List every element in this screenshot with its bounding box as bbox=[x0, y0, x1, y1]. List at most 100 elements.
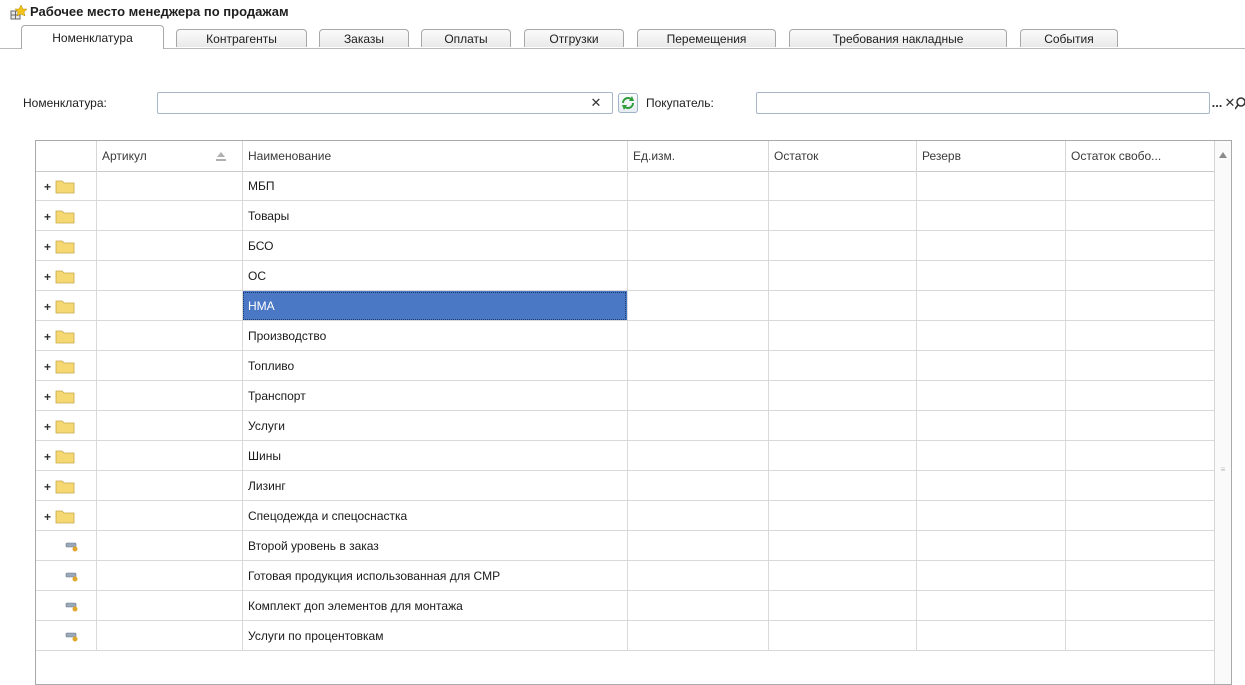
item-icon-cell[interactable] bbox=[36, 621, 96, 651]
data-cell[interactable] bbox=[96, 171, 242, 201]
table-row[interactable]: + Услуги bbox=[36, 411, 1216, 441]
data-cell[interactable] bbox=[1065, 591, 1216, 621]
data-cell[interactable] bbox=[768, 201, 916, 231]
tab-payments[interactable]: Оплаты bbox=[421, 29, 511, 47]
data-cell[interactable] bbox=[96, 471, 242, 501]
data-cell[interactable] bbox=[627, 441, 768, 471]
name-cell[interactable]: ОС bbox=[242, 261, 627, 291]
x-icon[interactable]: ✕ bbox=[587, 95, 605, 111]
group-icon-cell[interactable]: + bbox=[36, 201, 96, 231]
data-cell[interactable] bbox=[916, 321, 1065, 351]
data-cell[interactable] bbox=[627, 351, 768, 381]
data-cell[interactable] bbox=[1065, 351, 1216, 381]
data-cell[interactable] bbox=[768, 291, 916, 321]
name-cell[interactable]: Производство bbox=[242, 321, 627, 351]
group-icon-cell[interactable]: + bbox=[36, 411, 96, 441]
data-cell[interactable] bbox=[627, 321, 768, 351]
column-header-unit[interactable]: Ед.изм. bbox=[627, 141, 768, 171]
table-row[interactable]: + Товары bbox=[36, 201, 1216, 231]
data-cell[interactable] bbox=[916, 351, 1065, 381]
table-row[interactable]: + ОС bbox=[36, 261, 1216, 291]
table-row[interactable]: Услуги по процентовкам bbox=[36, 621, 1216, 651]
data-cell[interactable] bbox=[768, 351, 916, 381]
data-cell[interactable] bbox=[1065, 201, 1216, 231]
group-icon-cell[interactable]: + bbox=[36, 441, 96, 471]
scroll-thumb[interactable]: ≡ bbox=[1217, 465, 1229, 475]
group-icon-cell[interactable]: + bbox=[36, 381, 96, 411]
name-cell[interactable]: Услуги bbox=[242, 411, 627, 441]
data-cell[interactable] bbox=[916, 561, 1065, 591]
data-cell[interactable] bbox=[768, 591, 916, 621]
data-cell[interactable] bbox=[627, 381, 768, 411]
tab-orders[interactable]: Заказы bbox=[319, 29, 409, 47]
group-icon-cell[interactable]: + bbox=[36, 501, 96, 531]
tab-transfers[interactable]: Перемещения bbox=[637, 29, 776, 47]
data-cell[interactable] bbox=[96, 201, 242, 231]
name-cell[interactable]: Комплект доп элементов для монтажа bbox=[242, 591, 627, 621]
buyer-filter-input[interactable] bbox=[756, 92, 1210, 114]
data-cell[interactable] bbox=[1065, 381, 1216, 411]
data-cell[interactable] bbox=[96, 381, 242, 411]
data-cell[interactable] bbox=[768, 231, 916, 261]
data-cell[interactable] bbox=[768, 531, 916, 561]
table-row[interactable]: + Транспорт bbox=[36, 381, 1216, 411]
data-cell[interactable] bbox=[916, 291, 1065, 321]
data-cell[interactable] bbox=[768, 171, 916, 201]
name-cell[interactable]: НМА bbox=[242, 291, 627, 321]
data-cell[interactable] bbox=[627, 261, 768, 291]
data-cell[interactable] bbox=[1065, 471, 1216, 501]
name-cell[interactable]: Транспорт bbox=[242, 381, 627, 411]
table-row[interactable]: + Шины bbox=[36, 441, 1216, 471]
name-cell[interactable]: Шины bbox=[242, 441, 627, 471]
data-cell[interactable] bbox=[768, 441, 916, 471]
data-cell[interactable] bbox=[1065, 321, 1216, 351]
data-cell[interactable] bbox=[768, 321, 916, 351]
data-cell[interactable] bbox=[1065, 231, 1216, 261]
table-row[interactable]: + БСО bbox=[36, 231, 1216, 261]
column-header-reserve[interactable]: Резерв bbox=[916, 141, 1065, 171]
data-cell[interactable] bbox=[916, 471, 1065, 501]
search-icon[interactable] bbox=[1235, 96, 1245, 110]
data-cell[interactable] bbox=[768, 501, 916, 531]
data-cell[interactable] bbox=[627, 231, 768, 261]
table-row[interactable]: + МБП bbox=[36, 171, 1216, 201]
group-icon-cell[interactable]: + bbox=[36, 261, 96, 291]
nomenclature-filter-input[interactable] bbox=[157, 92, 613, 114]
data-cell[interactable] bbox=[1065, 621, 1216, 651]
group-icon-cell[interactable]: + bbox=[36, 291, 96, 321]
group-icon-cell[interactable]: + bbox=[36, 231, 96, 261]
data-cell[interactable] bbox=[916, 261, 1065, 291]
data-cell[interactable] bbox=[627, 471, 768, 501]
data-cell[interactable] bbox=[768, 471, 916, 501]
data-cell[interactable] bbox=[96, 261, 242, 291]
data-cell[interactable] bbox=[96, 351, 242, 381]
data-cell[interactable] bbox=[96, 441, 242, 471]
data-cell[interactable] bbox=[916, 531, 1065, 561]
data-cell[interactable] bbox=[627, 411, 768, 441]
data-cell[interactable] bbox=[1065, 411, 1216, 441]
group-icon-cell[interactable]: + bbox=[36, 171, 96, 201]
data-cell[interactable] bbox=[627, 531, 768, 561]
data-cell[interactable] bbox=[916, 381, 1065, 411]
group-icon-cell[interactable]: + bbox=[36, 471, 96, 501]
table-row[interactable]: + Топливо bbox=[36, 351, 1216, 381]
table-row[interactable]: Второй уровень в заказ bbox=[36, 531, 1216, 561]
data-cell[interactable] bbox=[768, 261, 916, 291]
name-cell[interactable]: Готовая продукция использованная для СМР bbox=[242, 561, 627, 591]
column-header-article[interactable]: Артикул bbox=[96, 141, 242, 171]
data-cell[interactable] bbox=[1065, 291, 1216, 321]
data-cell[interactable] bbox=[768, 561, 916, 591]
name-cell[interactable]: Товары bbox=[242, 201, 627, 231]
name-cell[interactable]: МБП bbox=[242, 171, 627, 201]
column-header-free-balance[interactable]: Остаток свобо... bbox=[1065, 141, 1216, 171]
select-button[interactable]: ... bbox=[1210, 95, 1224, 111]
name-cell[interactable]: Услуги по процентовкам bbox=[242, 621, 627, 651]
name-cell[interactable]: Спецодежда и спецоснастка bbox=[242, 501, 627, 531]
data-cell[interactable] bbox=[916, 501, 1065, 531]
data-cell[interactable] bbox=[627, 621, 768, 651]
data-cell[interactable] bbox=[916, 231, 1065, 261]
data-cell[interactable] bbox=[1065, 171, 1216, 201]
data-cell[interactable] bbox=[1065, 441, 1216, 471]
table-row[interactable]: Комплект доп элементов для монтажа bbox=[36, 591, 1216, 621]
data-cell[interactable] bbox=[768, 381, 916, 411]
